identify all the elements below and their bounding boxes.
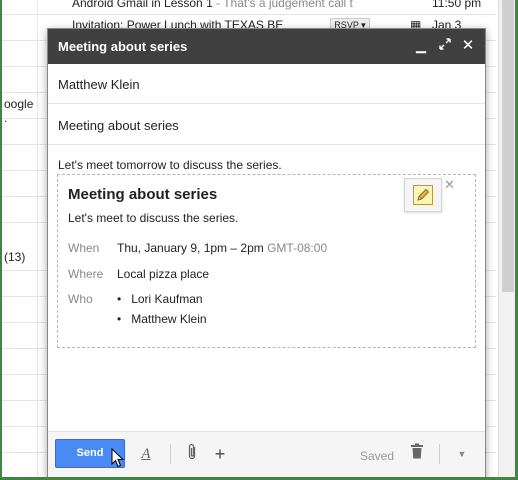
- timezone: GMT-08:00: [267, 241, 328, 255]
- email-subject: Android Gmail in Lesson 1: [72, 0, 213, 10]
- scrollbar-thumb[interactable]: [502, 0, 514, 292]
- expand-icon[interactable]: [436, 37, 454, 55]
- guest-item: Lori Kaufman: [117, 292, 202, 306]
- close-icon[interactable]: ✕: [459, 37, 477, 55]
- where-label: Where: [68, 267, 104, 281]
- who-label: Who: [68, 292, 93, 306]
- to-field[interactable]: Matthew Klein: [48, 64, 485, 104]
- invite-description: Let's meet to discuss the series.: [68, 211, 239, 225]
- when-value: Thu, January 9, 1pm – 2pm GMT-08:00: [117, 241, 327, 255]
- mouse-cursor-icon: [111, 448, 125, 468]
- when-label: When: [68, 241, 100, 255]
- inbox-left-column: oogle . (13): [2, 0, 38, 477]
- left-fragment-count: (13): [4, 250, 26, 264]
- email-time: 11:50 pm: [432, 0, 482, 10]
- screenshot-border: [0, 0, 2, 480]
- pencil-icon: [413, 185, 433, 205]
- minimize-icon[interactable]: ▁: [412, 37, 430, 55]
- compose-titlebar[interactable]: Meeting about series ▁ ✕: [48, 29, 485, 64]
- compose-window: Meeting about series ▁ ✕ Matthew Klein M…: [47, 28, 486, 480]
- message-body[interactable]: Let's meet tomorrow to discuss the serie…: [58, 158, 282, 172]
- saved-status: Saved: [360, 449, 395, 463]
- edit-event-button[interactable]: [404, 178, 442, 212]
- to-recipient: Matthew Klein: [58, 77, 140, 92]
- when-date: Thu, January 9, 1pm – 2pm: [117, 241, 264, 255]
- email-row-subject[interactable]: Android Gmail in Lesson 1 - That's a jud…: [72, 0, 353, 10]
- compose-toolbar: Send A + Saved ▼: [48, 431, 485, 479]
- trash-icon[interactable]: [409, 443, 425, 465]
- subject-field[interactable]: Meeting about series: [48, 105, 485, 145]
- calendar-invite-card: Meeting about series Let's meet to discu…: [57, 174, 476, 348]
- chevron-down-icon[interactable]: ▼: [455, 443, 469, 465]
- email-snippet: - That's a judgement call t: [212, 0, 353, 10]
- toolbar-divider: [170, 444, 171, 464]
- remove-invite-icon[interactable]: ✕: [444, 177, 456, 192]
- insert-more-icon[interactable]: +: [212, 443, 228, 465]
- toolbar-divider: [439, 444, 440, 464]
- where-value: Local pizza place: [117, 267, 210, 281]
- subject-text: Meeting about series: [58, 118, 179, 133]
- compose-title: Meeting about series: [58, 39, 188, 54]
- left-fragment-google: oogle .: [4, 97, 34, 125]
- invite-title: Meeting about series: [68, 186, 218, 203]
- inbox-row-divider: [2, 14, 496, 15]
- attach-file-icon[interactable]: [184, 443, 200, 465]
- guest-item: Matthew Klein: [117, 312, 206, 326]
- formatting-options-icon[interactable]: A: [138, 443, 154, 465]
